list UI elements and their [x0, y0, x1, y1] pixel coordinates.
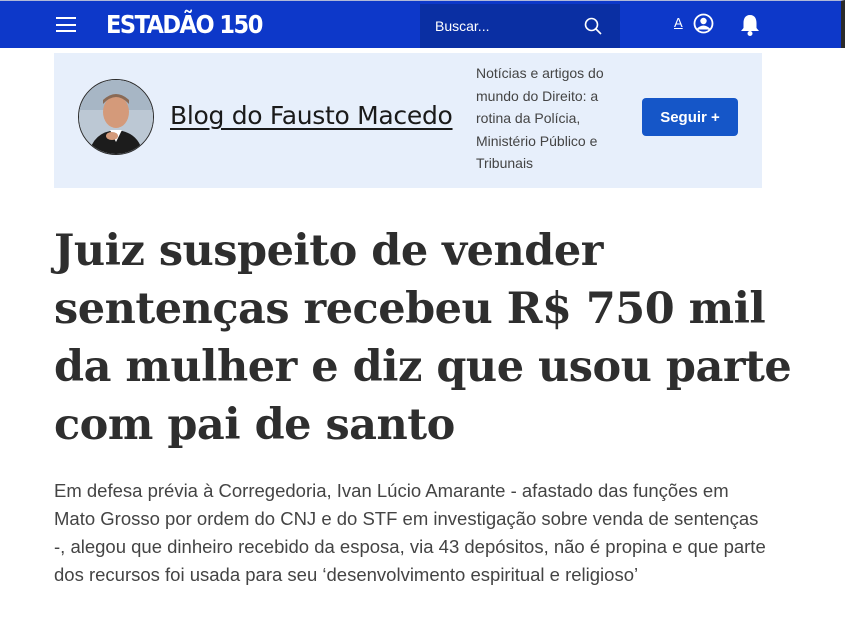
blog-header-card: Blog do Fausto Macedo Notícias e artigos… [54, 53, 762, 188]
blog-description: Notícias e artigos do mundo do Direito: … [476, 65, 604, 171]
article-headline: Juiz suspeito de vender sentenças recebe… [54, 226, 792, 450]
search-input[interactable]: Buscar... [420, 4, 620, 48]
article-subtitle: Em defesa prévia à Corregedoria, Ivan Lú… [54, 480, 766, 585]
blog-title-link[interactable]: Blog do Fausto Macedo [170, 101, 453, 130]
bell-icon[interactable] [739, 13, 761, 42]
menu-icon[interactable] [56, 17, 76, 32]
search-icon[interactable] [584, 17, 602, 40]
follow-button[interactable]: Seguir + [642, 98, 738, 136]
font-size-icon[interactable]: A [674, 15, 683, 30]
user-icon[interactable] [693, 13, 714, 39]
search-placeholder: Buscar... [435, 18, 490, 34]
top-navigation-bar: ESTADÃO 150 Buscar... A [0, 0, 845, 48]
site-logo[interactable]: ESTADÃO 150 [106, 10, 263, 39]
author-avatar[interactable] [78, 79, 154, 155]
